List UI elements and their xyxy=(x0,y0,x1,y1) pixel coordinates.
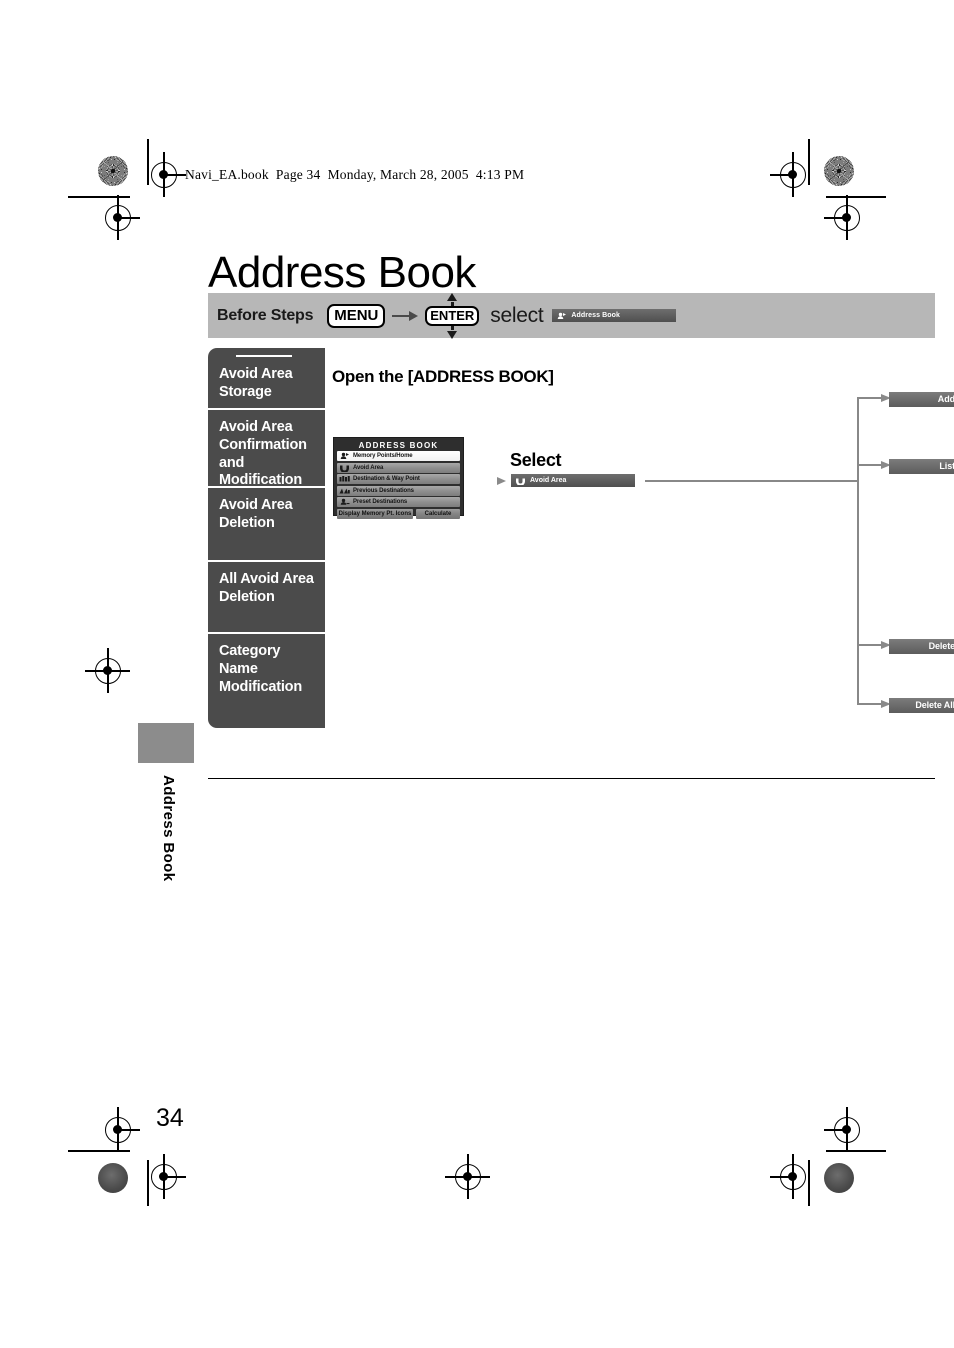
registration-dot xyxy=(113,213,122,222)
arrow-down-stem xyxy=(450,325,454,330)
avoid-area-chip[interactable]: Avoid Area xyxy=(511,474,635,487)
avoid-area-icon xyxy=(340,465,349,472)
halftone-dot-top-right xyxy=(824,156,854,186)
registration-mark-left-upper xyxy=(105,195,140,240)
connector-branch-list xyxy=(857,461,891,470)
registration-dot xyxy=(788,1172,797,1181)
nav-row-avoid-area[interactable]: Avoid Area xyxy=(337,462,460,473)
registration-dot xyxy=(842,1125,851,1134)
registration-dot xyxy=(842,213,851,222)
registration-dot xyxy=(788,170,797,179)
nav-row-destination-waypoint[interactable]: Destination & Way Point xyxy=(337,474,460,484)
page-number: 34 xyxy=(156,1104,184,1132)
sidebar-item-all-avoid-area-deletion[interactable]: All Avoid Area Deletion xyxy=(208,562,325,634)
registration-mark-left-lower xyxy=(105,1107,140,1152)
nav-row-memory-points[interactable]: Memory Points/Home xyxy=(337,451,460,461)
crop-rule-left-lower xyxy=(68,1150,130,1152)
crop-rule-top-left xyxy=(147,139,149,185)
sidebar-item-category-name-modification[interactable]: Category Name Modification xyxy=(208,634,325,728)
halftone-dot-bottom-right xyxy=(824,1163,854,1193)
registration-mark-right-lower xyxy=(824,1107,860,1152)
registration-dot xyxy=(113,1125,122,1134)
nav-row-label: Avoid Area xyxy=(353,464,384,471)
output-chip-delete[interactable]: Delete xyxy=(889,639,954,654)
arrow-right-icon xyxy=(392,310,419,321)
thumb-index-tab xyxy=(138,723,194,763)
registration-dot xyxy=(159,1172,168,1181)
before-steps-bar: Before Steps MENU ENTER select Address B… xyxy=(208,292,935,339)
nav-row-label: Previous Destinations xyxy=(353,487,414,494)
print-header: Navi_EA.book Page 34 Monday, March 28, 2… xyxy=(185,167,525,182)
sidebar-item-avoid-area-confirmation[interactable]: Avoid Area Confirmation and Modification xyxy=(208,410,325,488)
enter-key-group: ENTER xyxy=(425,292,480,339)
arrow-up-stem xyxy=(450,301,454,306)
connector-vertical-trunk xyxy=(857,398,859,705)
navigation-screen-mock: ADDRESS BOOK Memory Points/Home Avoid Ar… xyxy=(333,437,464,519)
registration-mark-top-left xyxy=(151,152,186,197)
step-heading: Open the [ADDRESS BOOK] xyxy=(332,367,554,386)
output-chip-label: Add xyxy=(937,394,954,404)
preset-destination-icon xyxy=(340,498,350,505)
memory-point-icon xyxy=(340,452,349,459)
registration-dot xyxy=(463,1172,472,1181)
output-chip-delete-all[interactable]: Delete All xyxy=(889,698,954,713)
enter-key-button[interactable]: ENTER xyxy=(425,305,480,326)
address-book-chip[interactable]: Address Book xyxy=(552,309,677,322)
halftone-dot-top-left xyxy=(98,156,128,186)
registration-mark-bottom-center xyxy=(445,1154,490,1199)
nav-screen-title: ADDRESS BOOK xyxy=(358,441,439,450)
nav-row-preset-destinations[interactable]: Preset Destinations xyxy=(337,497,460,507)
page-title: Address Book xyxy=(208,248,476,298)
crop-rule-left-upper xyxy=(68,196,130,198)
crop-rule-right-lower xyxy=(826,1150,886,1152)
connector-branch-add xyxy=(857,394,891,403)
crop-rule-bottom-right xyxy=(808,1160,810,1206)
avoid-area-chip-label: Avoid Area xyxy=(530,477,567,484)
connector-horizontal xyxy=(645,480,859,482)
connector-branch-delete-all xyxy=(857,700,891,709)
registration-mark-bottom-right xyxy=(770,1154,806,1199)
sidebar-item-avoid-area-deletion[interactable]: Avoid Area Deletion xyxy=(208,488,325,562)
arrow-into-select-icon xyxy=(497,477,506,485)
before-steps-label: Before Steps xyxy=(217,306,314,324)
nav-screen-footer: Display Memory Pt. Icons Calculate xyxy=(337,509,460,519)
previous-destination-icon xyxy=(339,488,350,493)
nav-row-previous-destinations[interactable]: Previous Destinations xyxy=(337,485,460,496)
arrow-down-icon xyxy=(447,330,458,339)
select-step-heading: Select xyxy=(510,450,562,470)
avoid-area-icon xyxy=(516,478,525,485)
memory-point-icon xyxy=(558,312,567,319)
crop-rule-bottom-left xyxy=(147,1160,149,1206)
select-word-label: select xyxy=(490,303,544,327)
nav-row-label: Memory Points/Home xyxy=(353,453,413,459)
registration-mark-bottom-left xyxy=(151,1154,186,1199)
registration-mark-left-middle xyxy=(85,648,130,693)
output-chip-add[interactable]: Add xyxy=(889,392,954,407)
sidebar: Avoid Area Storage Avoid Area Confirmati… xyxy=(208,348,325,728)
waypoint-icon xyxy=(339,476,350,482)
output-chip-label: Delete xyxy=(928,641,954,651)
output-chip-label: Delete All xyxy=(915,700,954,710)
crop-rule-right-upper xyxy=(826,196,886,198)
registration-dot xyxy=(103,666,112,675)
registration-mark-right-upper xyxy=(824,195,860,240)
display-memory-pt-icons-button[interactable]: Display Memory Pt. Icons xyxy=(337,509,413,519)
connector-branch-delete xyxy=(857,641,891,650)
nav-row-label: Preset Destinations xyxy=(353,499,408,505)
sidebar-item-avoid-area-storage[interactable]: Avoid Area Storage xyxy=(208,348,325,410)
output-chip-list[interactable]: List xyxy=(889,459,954,474)
menu-key-button[interactable]: MENU xyxy=(327,303,386,328)
output-chip-label: List xyxy=(939,461,954,471)
arrow-up-icon xyxy=(447,292,458,301)
halftone-dot-bottom-left xyxy=(98,1163,128,1193)
address-book-chip-label: Address Book xyxy=(571,312,621,319)
calculate-button[interactable]: Calculate xyxy=(416,509,460,519)
nav-row-label: Destination & Way Point xyxy=(353,476,420,482)
section-side-label: Address Book xyxy=(160,775,177,882)
registration-mark-top-right xyxy=(770,152,806,197)
registration-dot xyxy=(159,170,168,179)
crop-rule-top-right xyxy=(808,139,810,185)
